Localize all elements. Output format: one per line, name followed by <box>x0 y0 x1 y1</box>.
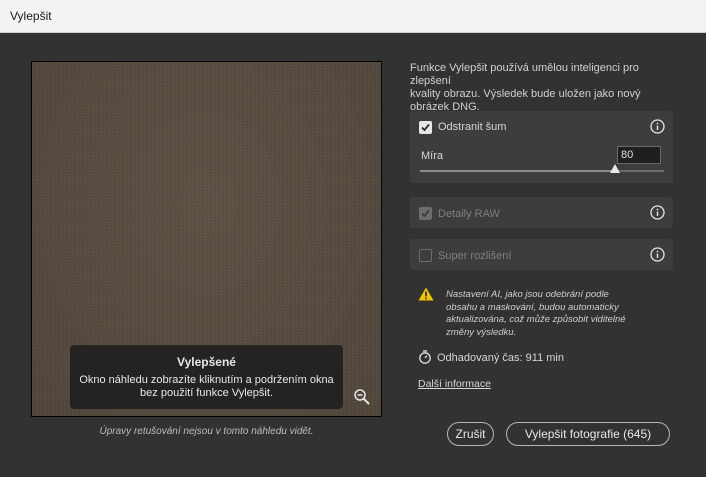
amount-slider[interactable] <box>420 164 664 173</box>
info-icon[interactable] <box>650 247 665 262</box>
super-resolution-checkbox[interactable] <box>419 249 432 262</box>
preview-overlay: Vylepšené Okno náhledu zobrazíte kliknut… <box>70 345 343 409</box>
super-resolution-label: Super rozlišení <box>438 250 512 262</box>
warning-icon <box>418 287 434 301</box>
timer-icon <box>419 350 431 364</box>
more-info-link[interactable]: Další informace <box>418 378 491 390</box>
estimated-time: Odhadovaný čas: 911 min <box>437 352 564 364</box>
description: Funkce Vylepšit používá umělou inteligen… <box>410 62 678 114</box>
warning-text: Nastavení AI, jako jsou odebrání podle o… <box>446 289 661 339</box>
overlay-text-line2: bez použití funkce Vylepšit. <box>140 387 273 399</box>
warning-line3: aktualizována, což může způsobit viditel… <box>446 314 626 325</box>
zoom-out-icon[interactable] <box>353 388 371 406</box>
raw-details-checkbox[interactable] <box>419 207 432 220</box>
preview-note: Úpravy retušování nejsou v tomto náhledu… <box>99 426 314 437</box>
slider-fill <box>420 170 616 172</box>
info-icon[interactable] <box>650 205 665 220</box>
description-line2: kvality obrazu. Výsledek bude uložen jak… <box>410 88 641 100</box>
slider-thumb[interactable] <box>610 164 621 173</box>
info-icon[interactable] <box>650 119 665 134</box>
overlay-title: Vylepšené <box>177 355 236 369</box>
enhance-button[interactable]: Vylepšit fotografie (645) <box>506 422 670 446</box>
warning-line2: obsahu a maskování, budou automaticky <box>446 301 619 313</box>
cancel-button[interactable]: Zrušit <box>447 422 494 446</box>
amount-label: Míra <box>421 150 443 162</box>
amount-input[interactable] <box>617 146 661 164</box>
denoise-checkbox[interactable] <box>419 121 432 134</box>
warning-line4: změny výsledku. <box>446 326 517 338</box>
denoise-label: Odstranit šum <box>438 121 507 133</box>
description-line1: Funkce Vylepšit používá umělou inteligen… <box>410 62 639 87</box>
raw-details-label: Detaily RAW <box>438 208 500 220</box>
overlay-text-line1: Okno náhledu zobrazíte kliknutím a podrž… <box>79 374 334 386</box>
warning-line1: Nastavení AI, jako jsou odebrání podle <box>446 289 609 300</box>
raw-details-panel: Detaily RAW <box>410 197 673 228</box>
super-resolution-panel: Super rozlišení <box>410 239 673 270</box>
window-title: Vylepšit <box>0 0 706 33</box>
enhance-dialog: Vylepšit Vylepšené Okno náhledu zobrazít… <box>0 0 706 477</box>
overlay-text: Okno náhledu zobrazíte kliknutím a podrž… <box>78 374 335 400</box>
denoise-panel: Odstranit šum Míra <box>410 111 673 183</box>
